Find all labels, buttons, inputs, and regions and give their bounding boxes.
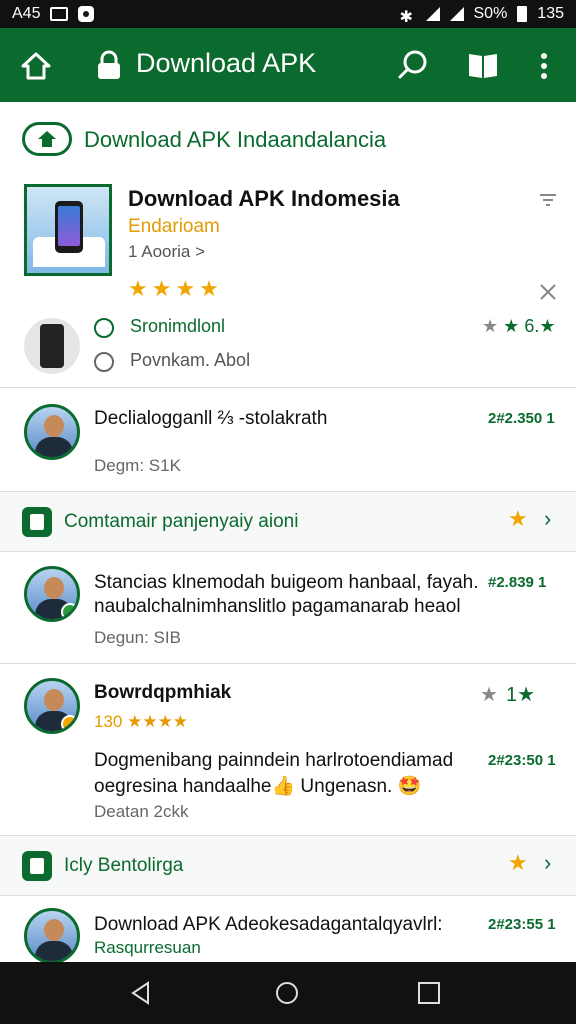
notification-icon bbox=[78, 6, 95, 22]
list-item-time: #2.839 1 bbox=[488, 574, 547, 591]
section-header[interactable]: Comtamair panjenyaiy aioni ★ › bbox=[0, 492, 576, 552]
system-nav-bar bbox=[0, 962, 576, 1024]
option-radio-2[interactable] bbox=[94, 352, 114, 372]
app-bar: Download APK bbox=[0, 28, 576, 102]
list-item-title: Download APK Adeokesadagantalqyavlrl: bbox=[94, 914, 443, 935]
star-gray-icon: ★ bbox=[480, 684, 498, 706]
home-square-icon bbox=[22, 851, 52, 881]
chevron-right-icon[interactable]: › bbox=[544, 850, 551, 876]
avatar bbox=[24, 566, 80, 622]
chevron-right-icon[interactable]: › bbox=[544, 506, 551, 532]
app-developer[interactable]: Endarioam bbox=[128, 216, 220, 238]
status-left-text: A45 bbox=[12, 5, 41, 22]
option-radio-1[interactable] bbox=[94, 318, 114, 338]
option-rating: ★ ★ 6.★ bbox=[482, 316, 556, 336]
avatar bbox=[24, 404, 80, 460]
status-bar: A45 ✱ S0% 135 bbox=[0, 0, 576, 28]
list-item-sub: Degm: S1K bbox=[94, 456, 181, 475]
section-header[interactable]: Icly Bentolirga ★ › bbox=[0, 836, 576, 896]
bluetooth-icon: ✱ bbox=[399, 9, 413, 26]
star-icon: ★ bbox=[508, 506, 528, 531]
signal-icon bbox=[449, 7, 464, 21]
home-pill-button[interactable] bbox=[22, 122, 72, 156]
list-item-sub: Degun: SIB bbox=[94, 628, 181, 647]
avatar bbox=[24, 678, 80, 734]
document-icon bbox=[22, 507, 52, 537]
app-name[interactable]: Download APK Indomesia bbox=[128, 186, 400, 212]
app-rating-stars: ★★★★ bbox=[128, 276, 223, 301]
recents-icon[interactable] bbox=[418, 982, 440, 1004]
app-card: Download APK Indomesia Endarioam 1 Aoori… bbox=[0, 172, 576, 388]
review-body-2: oegresina handaalhe👍 Ungenasn. 🤩 bbox=[94, 776, 422, 797]
review-badge-stars: 1★ bbox=[506, 684, 536, 706]
battery-icon bbox=[517, 6, 528, 22]
list-item-sub: Rasqurresuan bbox=[94, 938, 201, 957]
list-item[interactable]: Stancias klnemodah buigeom hanbaal, faya… bbox=[0, 552, 576, 664]
section-label: Icly Bentolirga bbox=[64, 855, 184, 876]
review-item[interactable]: Bowrdqpmhiak 130 ★★★★ Dogmenibang painnd… bbox=[0, 664, 576, 836]
app-icon[interactable] bbox=[24, 184, 112, 276]
review-time: 2#23:50 1 bbox=[488, 752, 556, 769]
list-item-time: 2#2.350 1 bbox=[488, 410, 555, 427]
home-circle-icon[interactable] bbox=[274, 980, 300, 1006]
more-vert-icon[interactable] bbox=[532, 48, 556, 84]
app-meta[interactable]: 1 Aooria > bbox=[128, 242, 205, 262]
search-icon[interactable] bbox=[396, 48, 430, 82]
share-icon[interactable] bbox=[538, 282, 558, 302]
clock: 135 bbox=[537, 5, 564, 22]
device-thumbnail bbox=[24, 318, 80, 374]
book-icon[interactable] bbox=[466, 50, 500, 82]
list-item-title: Stancias klnemodah buigeom hanbaal, faya… bbox=[94, 572, 479, 593]
home-icon bbox=[38, 131, 56, 147]
review-body: Dogmenibang painndein harlrotoendiamad bbox=[94, 750, 454, 771]
list-item[interactable]: Declialogganll ⅔ -stolakrath Degm: S1K 2… bbox=[0, 388, 576, 492]
option-label-1[interactable]: Sronimdlonl bbox=[130, 316, 225, 337]
review-sub: Deatan 2ckk bbox=[94, 802, 189, 821]
home-icon[interactable] bbox=[20, 50, 52, 82]
list-item[interactable]: Download APK Adeokesadagantalqyavlrl: Ra… bbox=[0, 896, 576, 964]
option-label-2[interactable]: Povnkam. Abol bbox=[130, 350, 250, 371]
list-item-title-2: naubalchalnimhanslitlo pagamanarab heaol bbox=[94, 596, 461, 617]
battery-percent: S0% bbox=[473, 5, 508, 22]
back-icon[interactable] bbox=[128, 980, 154, 1006]
review-title: Bowrdqpmhiak bbox=[94, 682, 232, 703]
review-rating: 130 ★★★★ bbox=[94, 712, 189, 731]
app-bar-title: Download APK bbox=[136, 48, 317, 78]
avatar bbox=[24, 908, 80, 964]
section-label: Comtamair panjenyaiy aioni bbox=[64, 511, 299, 532]
lock-icon bbox=[98, 50, 120, 79]
page-header: Download APK Indaandalancia bbox=[0, 102, 576, 172]
page-title: Download APK Indaandalancia bbox=[84, 127, 387, 152]
filter-icon[interactable] bbox=[538, 190, 558, 210]
list-item-time: 2#23:55 1 bbox=[488, 916, 556, 933]
star-icon: ★ bbox=[508, 850, 528, 875]
wifi-icon bbox=[425, 7, 440, 21]
gallery-icon bbox=[50, 7, 69, 21]
list-item-title: Declialogganll ⅔ -stolakrath bbox=[94, 408, 328, 429]
